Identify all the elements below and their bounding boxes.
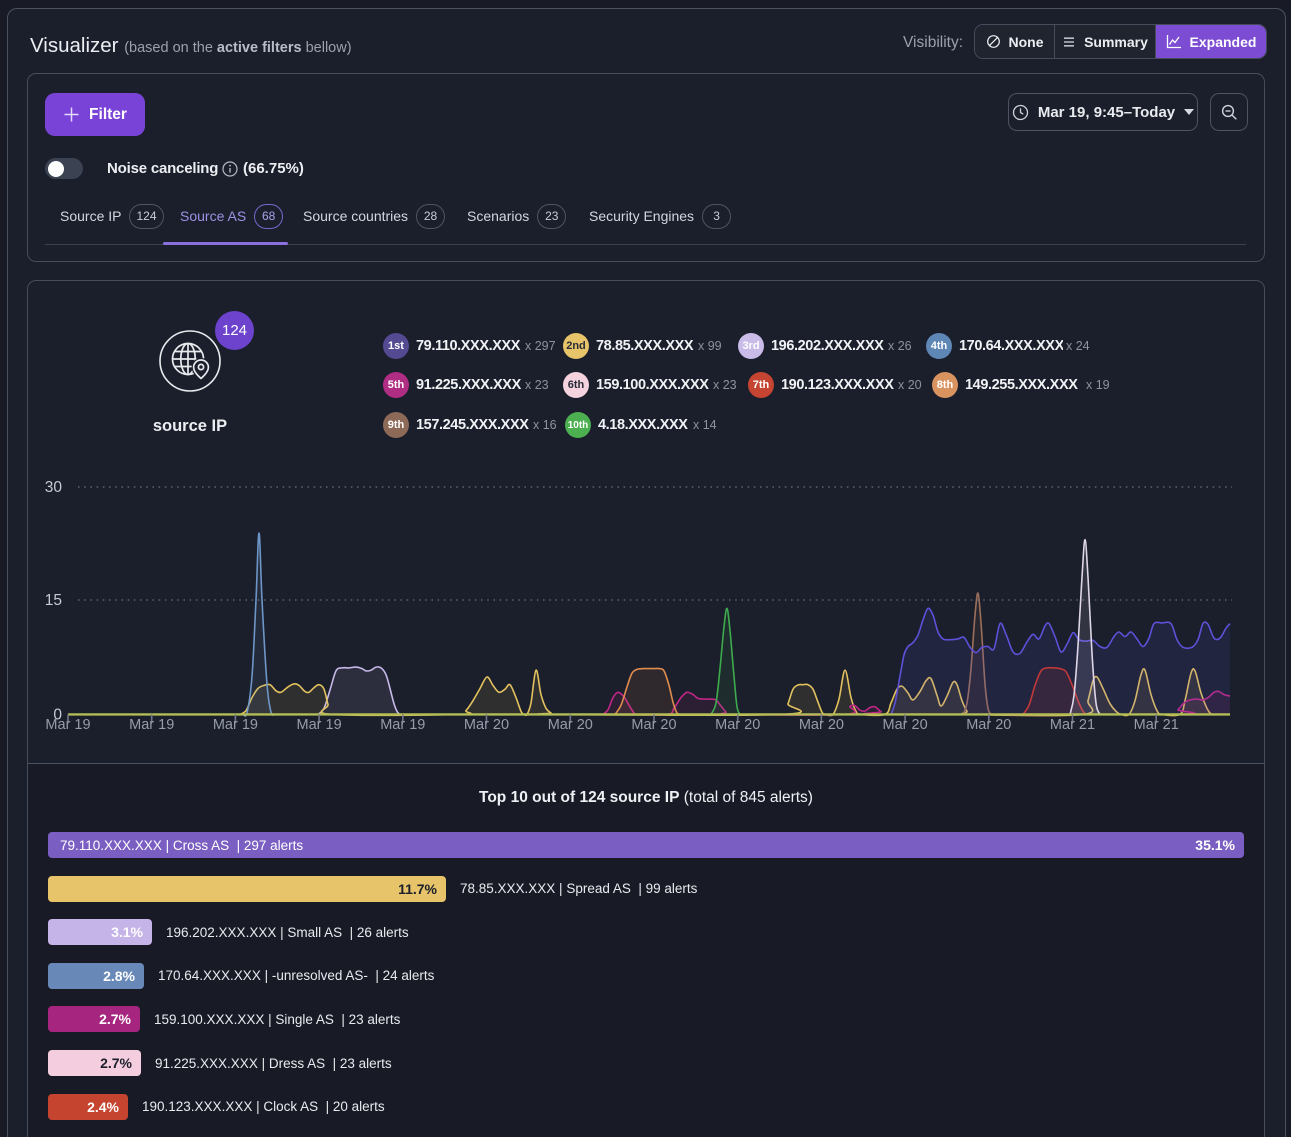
- svg-text:30: 30: [45, 479, 63, 496]
- svg-text:Mar 20: Mar 20: [548, 717, 593, 733]
- svg-text:Mar 19: Mar 19: [129, 717, 174, 733]
- svg-text:Mar 19: Mar 19: [380, 717, 425, 733]
- svg-text:Mar 21: Mar 21: [1050, 717, 1095, 733]
- svg-text:Mar 19: Mar 19: [213, 717, 258, 733]
- svg-text:Mar 20: Mar 20: [883, 717, 928, 733]
- svg-text:Mar 19: Mar 19: [45, 717, 90, 733]
- svg-text:Mar 20: Mar 20: [631, 717, 676, 733]
- svg-text:Mar 19: Mar 19: [297, 717, 342, 733]
- svg-text:15: 15: [45, 592, 62, 609]
- svg-text:Mar 21: Mar 21: [1134, 717, 1179, 733]
- svg-text:Mar 20: Mar 20: [799, 717, 844, 733]
- svg-text:Mar 20: Mar 20: [715, 717, 760, 733]
- svg-text:Mar 20: Mar 20: [464, 717, 509, 733]
- svg-text:0: 0: [53, 707, 62, 724]
- svg-text:Mar 20: Mar 20: [966, 717, 1011, 733]
